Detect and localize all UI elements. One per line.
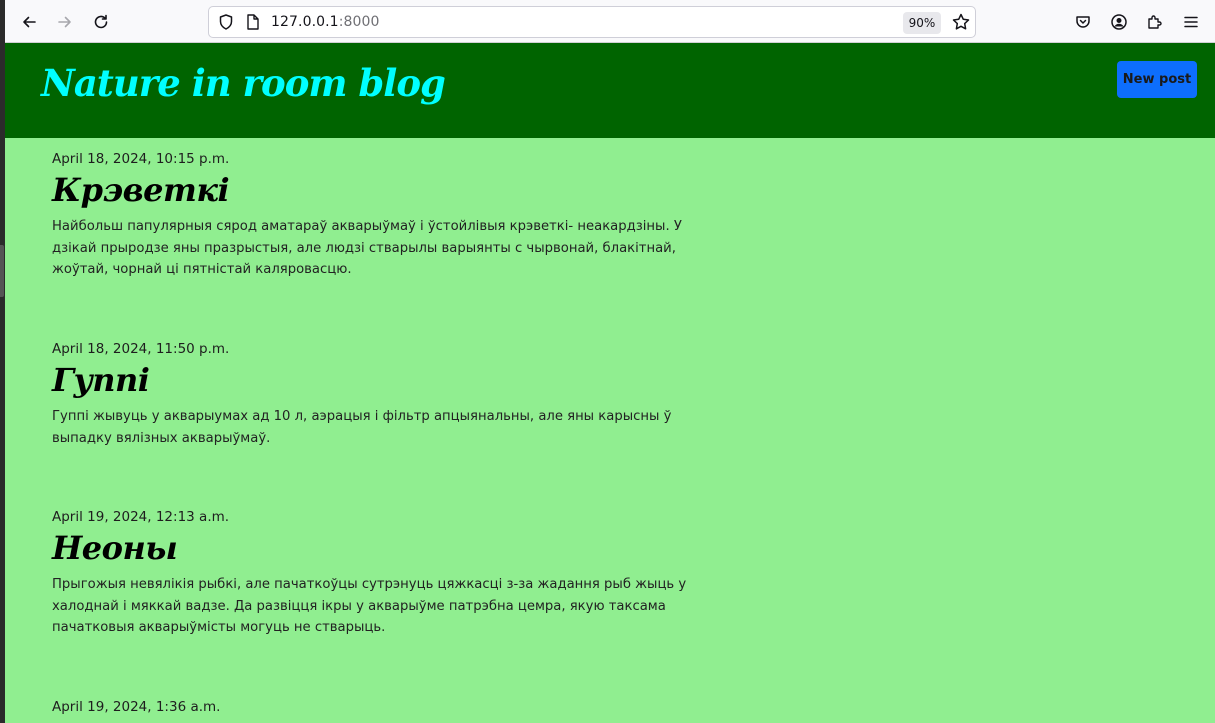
site-title[interactable]: Nature in room blog	[41, 61, 446, 105]
forward-button[interactable]	[51, 8, 79, 36]
post-title[interactable]: Гуппі	[52, 360, 722, 400]
browser-toolbar: 127.0.0.1:8000 90%	[5, 0, 1215, 43]
url-bar[interactable]: 127.0.0.1:8000 90%	[208, 6, 976, 38]
site-header: Nature in room blog New post	[5, 43, 1215, 138]
arrow-right-icon	[58, 16, 71, 28]
post-date: April 19, 2024, 1:36 a.m.	[52, 699, 221, 715]
star-icon[interactable]	[951, 12, 971, 32]
post-card: April 18, 2024, 11:50 p.m. Гуппі Гуппі ж…	[52, 340, 722, 449]
url-text[interactable]: 127.0.0.1:8000	[271, 14, 380, 30]
puzzle-icon	[1148, 15, 1162, 29]
post-title[interactable]: Неоны	[52, 528, 722, 568]
back-button[interactable]	[15, 8, 43, 36]
post-card: April 19, 2024, 12:13 a.m. Неоны Прыгожы…	[52, 508, 722, 639]
new-post-button[interactable]: New post	[1117, 61, 1197, 98]
post-card: April 19, 2024, 1:36 a.m.	[52, 698, 722, 716]
post-body: Прыгожыя невялікія рыбкі, але пачаткоўцы…	[52, 577, 687, 635]
reload-button[interactable]	[87, 8, 115, 36]
pocket-icon	[1076, 16, 1090, 28]
url-host: 127.0.0.1	[271, 14, 339, 30]
post-date: April 19, 2024, 12:13 a.m.	[52, 509, 230, 525]
url-port: :8000	[338, 14, 380, 30]
reload-icon	[94, 14, 108, 29]
post-title[interactable]: Крэветкі	[52, 170, 722, 210]
account-button[interactable]	[1105, 8, 1133, 36]
app-menu-button[interactable]	[1177, 8, 1205, 36]
page-icon[interactable]	[245, 13, 261, 31]
post-date: April 18, 2024, 10:15 p.m.	[52, 151, 230, 167]
extensions-button[interactable]	[1141, 8, 1169, 36]
hamburger-menu-icon	[1184, 16, 1198, 28]
post-body: Гуппі жывуць у акварыумах ад 10 л, аэрац…	[52, 409, 672, 446]
arrow-left-icon	[23, 16, 36, 28]
window-resize-handle[interactable]	[0, 245, 4, 297]
post-card: April 18, 2024, 10:15 p.m. Крэветкі Найб…	[52, 150, 722, 281]
account-icon	[1111, 14, 1127, 30]
pocket-button[interactable]	[1069, 8, 1097, 36]
shield-icon[interactable]	[217, 13, 235, 31]
post-date: April 18, 2024, 11:50 p.m.	[52, 341, 230, 357]
zoom-level-badge[interactable]: 90%	[903, 12, 941, 34]
post-body: Найбольш папулярныя сярод аматараў аквар…	[52, 219, 682, 277]
